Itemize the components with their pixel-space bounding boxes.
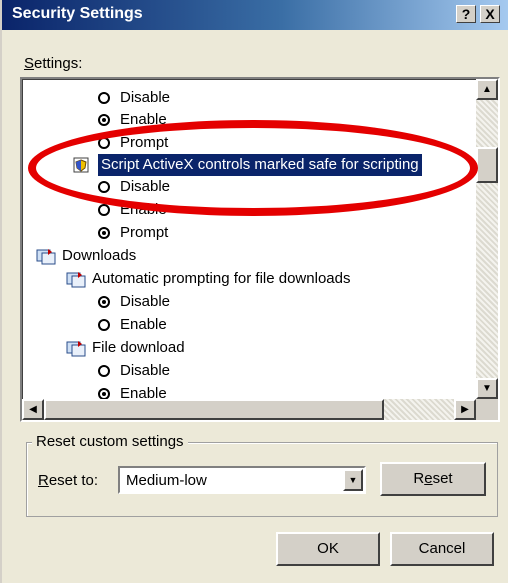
option-radio[interactable]: Disable: [98, 176, 170, 198]
radio-icon: [98, 319, 110, 331]
tree-item-script-activex[interactable]: Script ActiveX controls marked safe for …: [72, 154, 422, 176]
settings-label: Settings:: [24, 55, 83, 72]
reset-level-select[interactable]: Medium-low ▼: [118, 466, 366, 494]
window-title: Security Settings: [12, 5, 143, 22]
radio-icon: [98, 137, 110, 149]
downloads-icon: [66, 272, 86, 288]
shield-settings-icon: [73, 157, 89, 173]
option-radio[interactable]: Enable: [98, 199, 167, 221]
option-radio[interactable]: Prompt: [98, 222, 168, 244]
scroll-left-icon[interactable]: ◀: [22, 399, 44, 420]
radio-checked-icon: [98, 227, 110, 239]
settings-tree[interactable]: Disable Enable Prompt Script ActiveX con…: [20, 77, 500, 422]
help-button[interactable]: ?: [456, 5, 476, 23]
cancel-button[interactable]: Cancel: [390, 532, 494, 566]
scroll-right-icon[interactable]: ▶: [454, 399, 476, 420]
radio-checked-icon: [98, 296, 110, 308]
scrollbar-corner: [476, 399, 498, 420]
scroll-up-icon[interactable]: ▲: [476, 79, 498, 100]
downloads-icon: [66, 341, 86, 357]
ok-button[interactable]: OK: [276, 532, 380, 566]
option-radio[interactable]: Disable: [98, 87, 170, 109]
option-radio[interactable]: Enable: [98, 383, 167, 399]
close-button[interactable]: X: [480, 5, 500, 23]
settings-tree-content: Disable Enable Prompt Script ActiveX con…: [22, 79, 476, 399]
vertical-scrollbar[interactable]: ▲ ▼: [476, 79, 498, 399]
option-radio[interactable]: Disable: [98, 291, 170, 313]
option-radio[interactable]: Disable: [98, 360, 170, 382]
reset-level-value: Medium-low: [126, 472, 207, 489]
scroll-down-icon[interactable]: ▼: [476, 378, 498, 399]
reset-button[interactable]: Reset: [380, 462, 486, 496]
horizontal-scrollbar[interactable]: ◀ ▶: [22, 399, 476, 420]
chevron-down-icon[interactable]: ▼: [343, 469, 363, 491]
option-radio[interactable]: Enable: [98, 109, 167, 131]
title-bar[interactable]: Security Settings ? X: [2, 0, 508, 30]
radio-icon: [98, 181, 110, 193]
reset-group-title: Reset custom settings: [32, 433, 188, 450]
radio-icon: [98, 92, 110, 104]
radio-checked-icon: [98, 388, 110, 399]
tree-item-auto-prompting[interactable]: Automatic prompting for file downloads: [66, 268, 350, 290]
security-settings-dialog: Security Settings ? X Settings: Disable …: [0, 0, 508, 583]
reset-to-label: Reset to:: [38, 472, 99, 489]
radio-icon: [98, 365, 110, 377]
tree-group-downloads[interactable]: Downloads: [36, 245, 136, 267]
horizontal-scroll-thumb[interactable]: [44, 399, 384, 420]
radio-icon: [98, 204, 110, 216]
vertical-scroll-thumb[interactable]: [476, 147, 498, 183]
radio-checked-icon: [98, 114, 110, 126]
downloads-icon: [36, 249, 56, 265]
option-radio[interactable]: Prompt: [98, 132, 168, 154]
option-radio[interactable]: Enable: [98, 314, 167, 336]
tree-item-file-download[interactable]: File download: [66, 337, 185, 359]
